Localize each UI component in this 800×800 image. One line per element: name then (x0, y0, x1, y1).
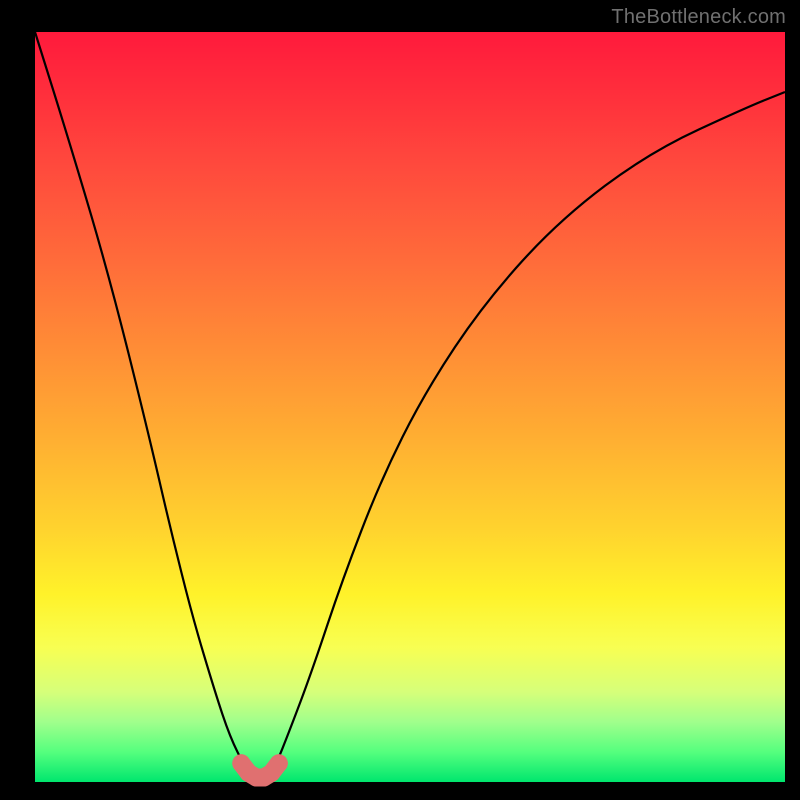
plot-area (35, 32, 785, 782)
curve-path (35, 32, 785, 779)
chart-frame: TheBottleneck.com (0, 0, 800, 800)
optimum-dots (232, 754, 287, 786)
bottleneck-curve (35, 32, 785, 782)
optimum-dot (270, 754, 288, 772)
watermark-label: TheBottleneck.com (611, 6, 786, 29)
